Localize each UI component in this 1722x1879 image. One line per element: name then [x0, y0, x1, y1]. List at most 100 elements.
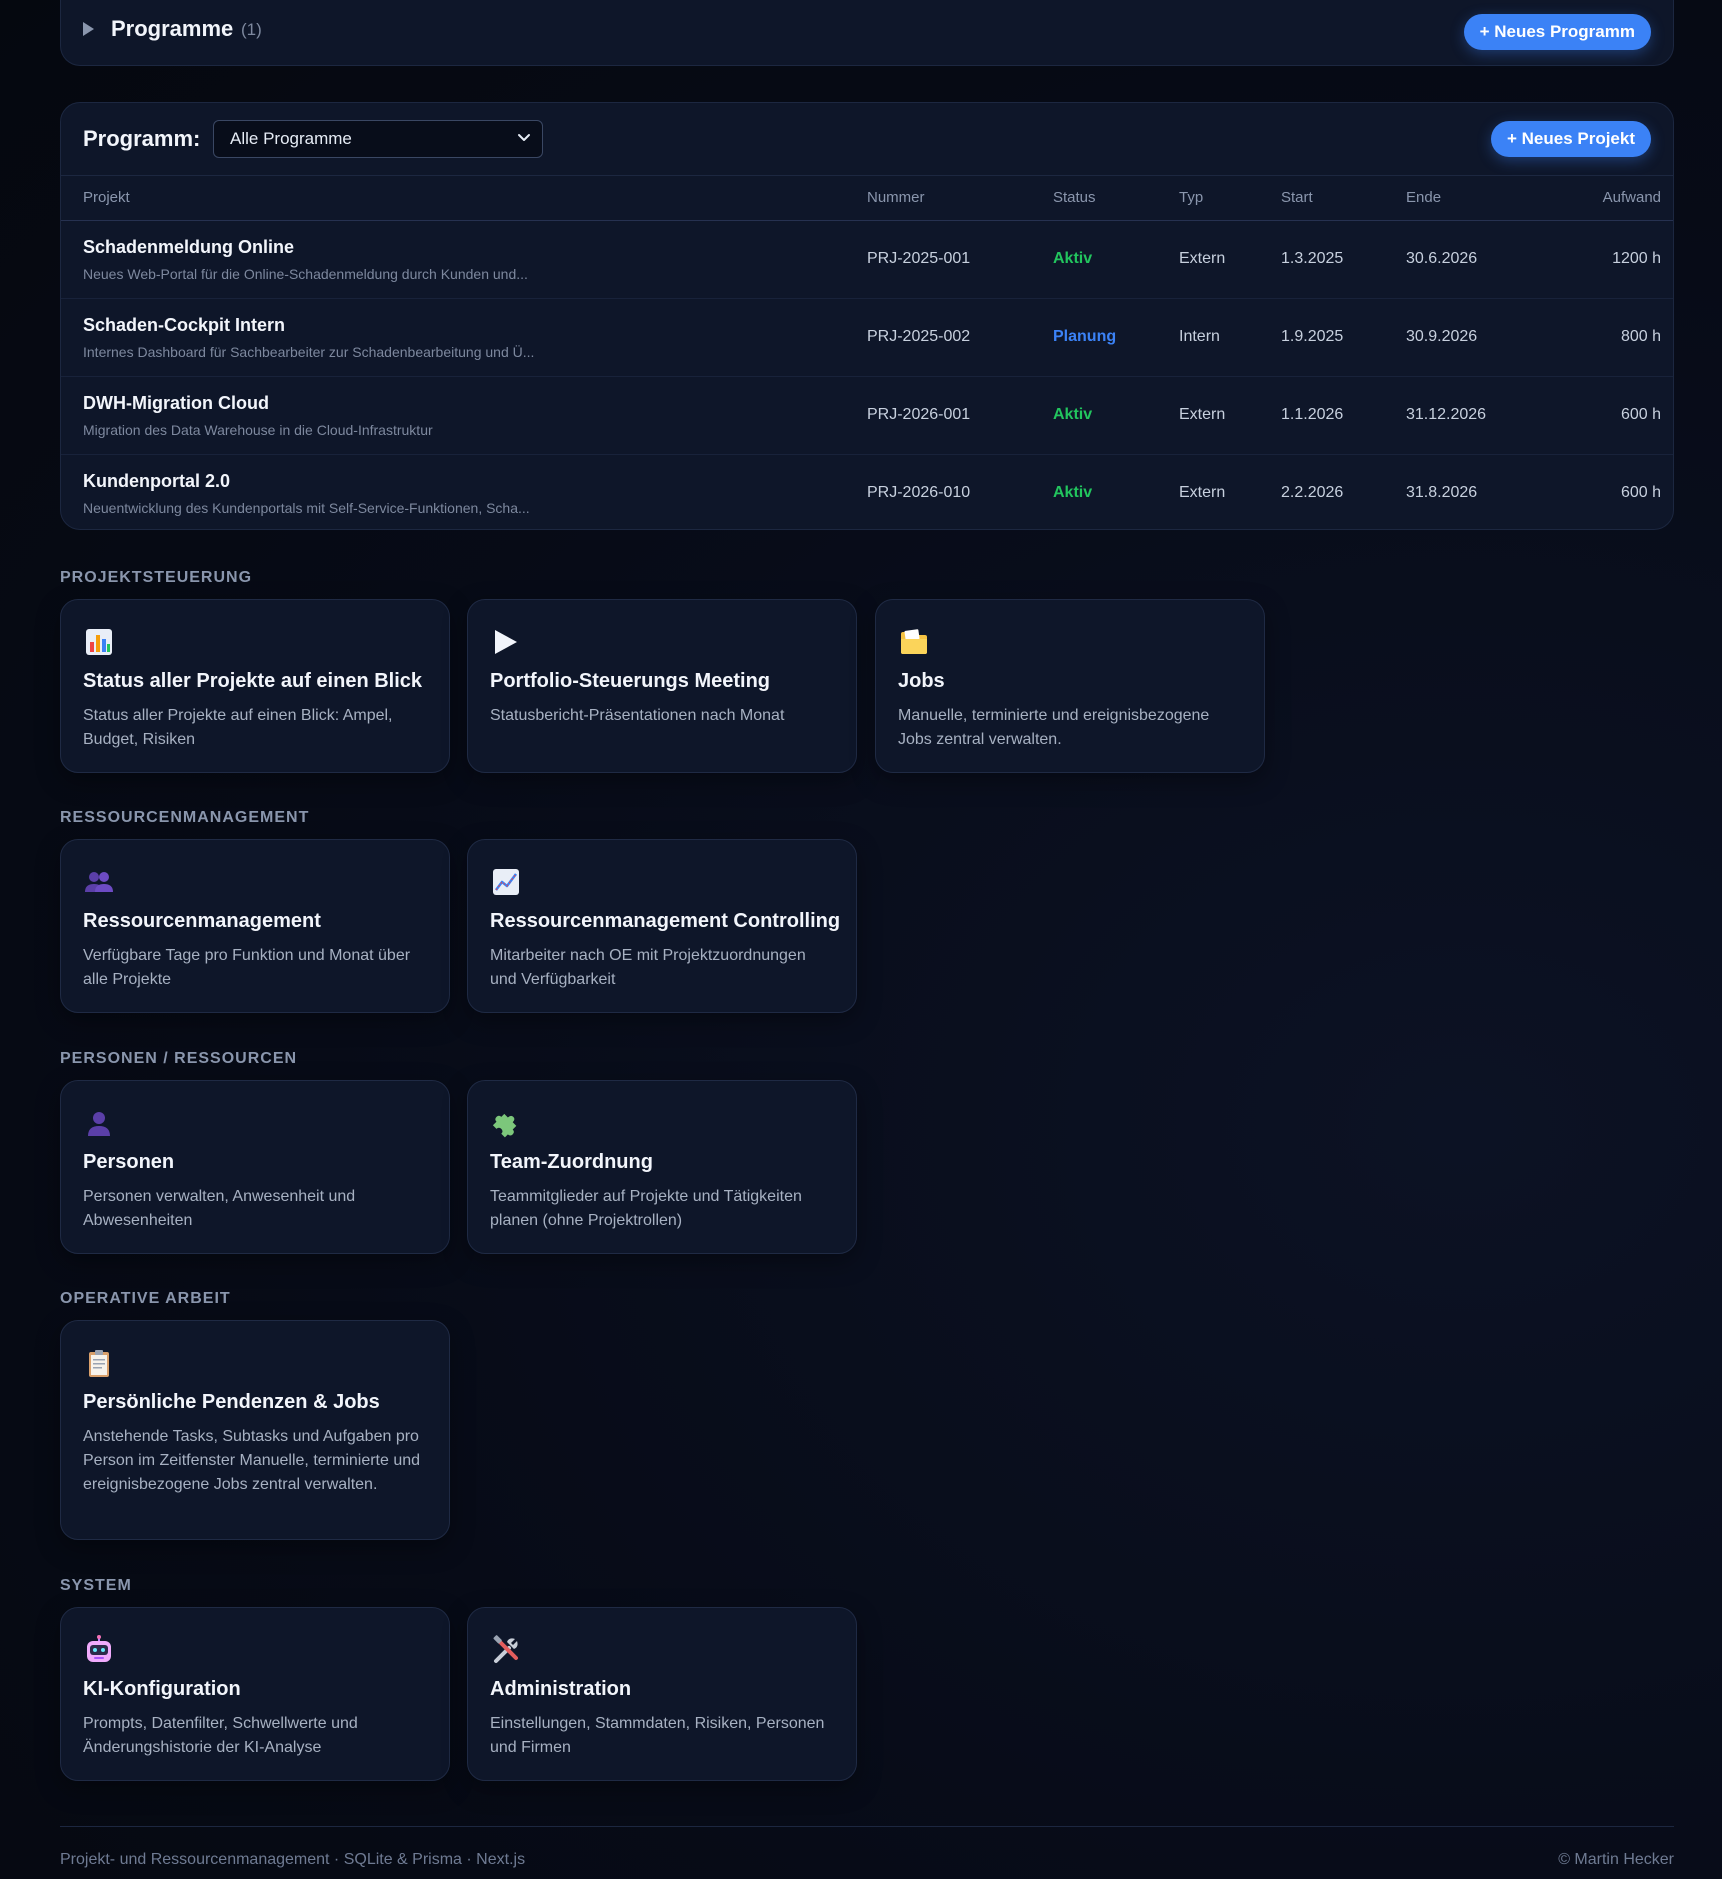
programs-title[interactable]: Programme — [111, 16, 233, 42]
project-description: Neues Web-Portal für die Online-Schadenm… — [83, 266, 528, 282]
card-title: Team-Zuordnung — [490, 1151, 653, 1173]
puzzle-icon — [492, 1113, 517, 1138]
project-type: Intern — [1179, 328, 1220, 345]
card-project-status[interactable]: Status aller Projekte auf einen Blick St… — [60, 599, 450, 773]
status-badge: Aktiv — [1053, 406, 1093, 423]
card-description: Status aller Projekte auf einen Blick: A… — [83, 707, 393, 748]
section-title-projektsteuerung: PROJEKTSTEUERUNG — [60, 569, 253, 586]
tools-icon — [493, 1635, 518, 1663]
people-icon — [85, 872, 113, 892]
section-title-ressourcenmanagement: RESSOURCENMANAGEMENT — [60, 809, 310, 826]
card-description: Anstehende Tasks, Subtasks und Aufgaben … — [83, 1428, 421, 1493]
project-number: PRJ-2026-010 — [867, 484, 971, 501]
status-badge: Aktiv — [1053, 484, 1093, 501]
projects-panel: Programm: Alle Programme + Neues Projekt… — [60, 102, 1674, 530]
project-end: 31.8.2026 — [1406, 484, 1478, 501]
project-name[interactable]: Schaden-Cockpit Intern — [83, 315, 285, 336]
card-title: Persönliche Pendenzen & Jobs — [83, 1391, 380, 1413]
programs-count: (1) — [241, 20, 262, 39]
card-description: Mitarbeiter nach OE mit Projektzuordnung… — [490, 947, 806, 988]
card-description: Verfügbare Tage pro Funktion und Monat ü… — [83, 947, 411, 988]
card-resource-controlling[interactable]: Ressourcenmanagement Controlling Mitarbe… — [467, 839, 857, 1013]
project-start: 2.2.2026 — [1281, 484, 1344, 501]
program-filter-label: Programm: — [83, 126, 201, 151]
card-ai-configuration[interactable]: KI-Konfiguration Prompts, Datenfilter, S… — [60, 1607, 450, 1781]
table-row[interactable]: Schadenmeldung Online Neues Web-Portal f… — [61, 221, 1673, 299]
column-header-status[interactable]: Status — [1053, 189, 1096, 206]
column-header-end[interactable]: Ende — [1406, 189, 1441, 206]
card-personal-tasks[interactable]: Persönliche Pendenzen & Jobs Anstehende … — [60, 1320, 450, 1540]
section-title-operative-arbeit: OPERATIVE ARBEIT — [60, 1290, 231, 1307]
line-chart-icon — [493, 869, 519, 895]
project-type: Extern — [1179, 250, 1226, 267]
card-jobs[interactable]: Jobs Manuelle, terminierte und ereignisb… — [875, 599, 1265, 773]
program-filter-value: Alle Programme — [230, 129, 352, 148]
table-row[interactable]: Schaden-Cockpit Intern Internes Dashboar… — [61, 299, 1673, 377]
card-portfolio-meeting[interactable]: Portfolio-Steuerungs Meeting Statusberic… — [467, 599, 857, 773]
column-header-effort[interactable]: Aufwand — [1603, 189, 1661, 206]
project-end: 31.12.2026 — [1406, 406, 1487, 423]
project-start: 1.1.2026 — [1281, 406, 1344, 423]
card-team-assignment[interactable]: Team-Zuordnung Teammitglieder auf Projek… — [467, 1080, 857, 1254]
new-program-button[interactable]: + Neues Programm — [1463, 14, 1651, 50]
project-type: Extern — [1179, 484, 1226, 501]
footer-copyright: © Martin Hecker — [1558, 1851, 1674, 1868]
footer-text: Projekt- und Ressourcenmanagement · SQLi… — [60, 1851, 526, 1868]
footer-divider — [60, 1826, 1674, 1827]
card-title: Personen — [83, 1151, 175, 1173]
person-icon — [88, 1112, 110, 1136]
project-effort: 800 h — [1620, 328, 1661, 345]
section-title-personen: PERSONEN / RESSOURCEN — [60, 1050, 298, 1067]
card-title: Portfolio-Steuerungs Meeting — [490, 670, 770, 692]
column-header-number[interactable]: Nummer — [867, 189, 925, 206]
project-type: Extern — [1179, 406, 1226, 423]
project-end: 30.6.2026 — [1406, 250, 1478, 267]
table-row[interactable]: Kundenportal 2.0 Neuentwicklung des Kund… — [61, 455, 1673, 529]
status-badge: Planung — [1053, 328, 1117, 345]
card-administration[interactable]: Administration Einstellungen, Stammdaten… — [467, 1607, 857, 1781]
card-resource-management[interactable]: Ressourcenmanagement Verfügbare Tage pro… — [60, 839, 450, 1013]
project-effort: 600 h — [1620, 406, 1661, 423]
program-filter-select[interactable]: Alle Programme — [213, 120, 543, 158]
project-description: Internes Dashboard für Sachbearbeiter zu… — [83, 344, 535, 360]
clipboard-icon — [89, 1350, 109, 1377]
table-row[interactable]: DWH-Migration Cloud Migration des Data W… — [61, 377, 1673, 455]
section-title-system: SYSTEM — [60, 1577, 132, 1594]
expand-caret-icon[interactable] — [83, 22, 94, 36]
card-title: Jobs — [898, 670, 945, 692]
project-name[interactable]: Schadenmeldung Online — [83, 237, 294, 258]
project-description: Migration des Data Warehouse in die Clou… — [83, 422, 433, 438]
page: Programme (1) + Neues Programm Programm:… — [0, 0, 1722, 1879]
new-project-button[interactable]: + Neues Projekt — [1490, 121, 1651, 157]
chevron-down-icon — [518, 134, 530, 141]
card-description: Prompts, Datenfilter, Schwellwerte und Ä… — [83, 1715, 358, 1756]
project-name[interactable]: DWH-Migration Cloud — [83, 393, 269, 414]
table-header: Projekt Nummer Status Typ Start Ende Auf… — [61, 175, 1673, 221]
status-badge: Aktiv — [1053, 250, 1093, 267]
card-title: Administration — [490, 1678, 632, 1700]
project-number: PRJ-2025-001 — [867, 250, 971, 267]
card-description: Statusbericht-Präsentationen nach Monat — [490, 707, 785, 724]
play-icon — [495, 630, 517, 654]
project-effort: 1200 h — [1612, 250, 1661, 267]
project-number: PRJ-2026-001 — [867, 406, 971, 423]
project-effort: 600 h — [1620, 484, 1661, 501]
card-title: Ressourcenmanagement Controlling — [490, 910, 841, 932]
column-header-type[interactable]: Typ — [1179, 189, 1203, 206]
project-name[interactable]: Kundenportal 2.0 — [83, 471, 230, 492]
column-header-project[interactable]: Projekt — [83, 189, 130, 206]
card-description: Personen verwalten, Anwesenheit und Abwe… — [83, 1188, 356, 1229]
card-description: Teammitglieder auf Projekte und Tätigkei… — [490, 1188, 802, 1229]
project-start: 1.3.2025 — [1281, 250, 1344, 267]
card-persons[interactable]: Personen Personen verwalten, Anwesenheit… — [60, 1080, 450, 1254]
project-number: PRJ-2025-002 — [867, 328, 971, 345]
card-title: Status aller Projekte auf einen Blick — [83, 670, 423, 692]
card-description: Manuelle, terminierte und ereignisbezoge… — [898, 707, 1210, 748]
card-title: KI-Konfiguration — [83, 1678, 241, 1700]
card-description: Einstellungen, Stammdaten, Risiken, Pers… — [490, 1715, 825, 1756]
project-start: 1.9.2025 — [1281, 328, 1344, 345]
card-title: Ressourcenmanagement — [83, 910, 321, 932]
programs-panel: Programme (1) + Neues Programm — [60, 0, 1674, 66]
column-header-start[interactable]: Start — [1281, 189, 1313, 206]
folder-icon — [901, 629, 927, 654]
